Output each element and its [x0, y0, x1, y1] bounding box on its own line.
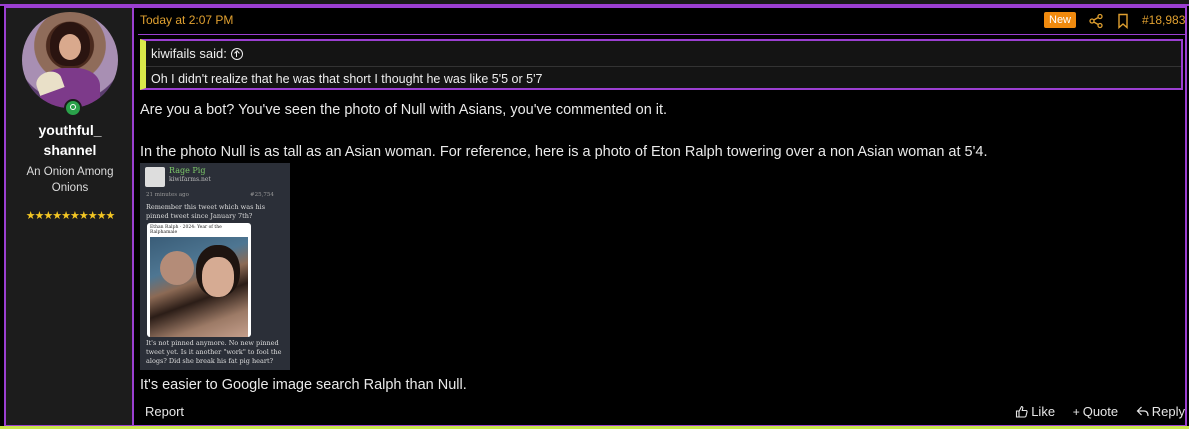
quote-button[interactable]: + Quote — [1073, 404, 1118, 419]
post-timestamp[interactable]: Today at 2:07 PM — [140, 13, 233, 27]
photo-person-man — [160, 251, 194, 285]
username-line2[interactable]: shannel — [6, 140, 134, 160]
bookmark-icon[interactable] — [1116, 13, 1130, 29]
embedded-screenshot-image[interactable]: Rage Pig kiwifarms.net 21 minutes ago #2… — [140, 163, 290, 370]
rating-stars-icon: ★★★★★★★★★★ — [25, 209, 116, 222]
avatar-face — [59, 34, 81, 60]
post-number[interactable]: #18,983 — [1142, 13, 1185, 27]
user-avatar[interactable] — [22, 12, 118, 108]
message-paragraph-2: In the photo Null is as tall as an Asian… — [140, 144, 988, 160]
quote-author[interactable]: kiwifails said: — [151, 46, 227, 61]
reply-button[interactable]: Reply — [1136, 404, 1185, 419]
quote-divider — [146, 66, 1181, 67]
quote-label: Quote — [1082, 404, 1119, 419]
username[interactable]: youthful_ shannel — [6, 120, 134, 160]
embed-tweet-header: Ethan Ralph · 2024: Year of the Ralphama… — [150, 225, 222, 235]
embed-username: Rage Pig — [169, 166, 206, 175]
user-sidebar: youthful_ shannel An Onion Among Onions … — [6, 8, 134, 425]
message-paragraph-1: Are you a bot? You've seen the photo of … — [140, 102, 668, 118]
post-main: Today at 2:07 PM New #18,983 kiwifails s… — [138, 8, 1185, 425]
embed-post-id: #25,754 — [250, 192, 274, 198]
username-line1[interactable]: youthful_ — [6, 120, 134, 140]
embed-tweet: Ethan Ralph · 2024: Year of the Ralphama… — [147, 223, 251, 337]
like-button[interactable]: Like — [1015, 404, 1055, 419]
jump-to-quote-icon[interactable] — [230, 48, 243, 60]
embed-text-top: Remember this tweet which was his pinned… — [146, 203, 266, 220]
photo-person-woman — [202, 257, 234, 297]
embed-site: kiwifarms.net — [169, 176, 211, 183]
plus-icon: + — [1072, 405, 1080, 419]
online-status-icon — [64, 99, 82, 117]
report-button[interactable]: Report — [145, 404, 184, 419]
new-badge: New — [1044, 12, 1077, 28]
user-title: An Onion Among Onions — [26, 166, 114, 194]
thumbs-up-icon — [1016, 405, 1028, 418]
quote-header[interactable]: kiwifails said: — [151, 46, 243, 61]
embed-avatar — [145, 167, 165, 187]
quote-block: kiwifails said: Oh I didn't realize that… — [140, 39, 1183, 90]
quote-text: Oh I didn't realize that he was that sho… — [151, 72, 543, 86]
reply-label: Reply — [1151, 404, 1185, 419]
embed-time: 21 minutes ago — [146, 192, 189, 198]
message-paragraph-3: It's easier to Google image search Ralph… — [140, 377, 467, 393]
embed-text-bottom: It's not pinned anymore. No new pinned t… — [146, 339, 282, 365]
embed-tweet-photo — [150, 237, 248, 337]
like-label: Like — [1031, 404, 1056, 419]
post-header: Today at 2:07 PM New #18,983 — [138, 8, 1185, 35]
reply-arrow-icon — [1136, 406, 1149, 417]
forum-post: youthful_ shannel An Onion Among Onions … — [4, 6, 1187, 427]
share-icon[interactable] — [1088, 13, 1104, 29]
post-actions: Like + Quote Reply — [1001, 404, 1185, 419]
